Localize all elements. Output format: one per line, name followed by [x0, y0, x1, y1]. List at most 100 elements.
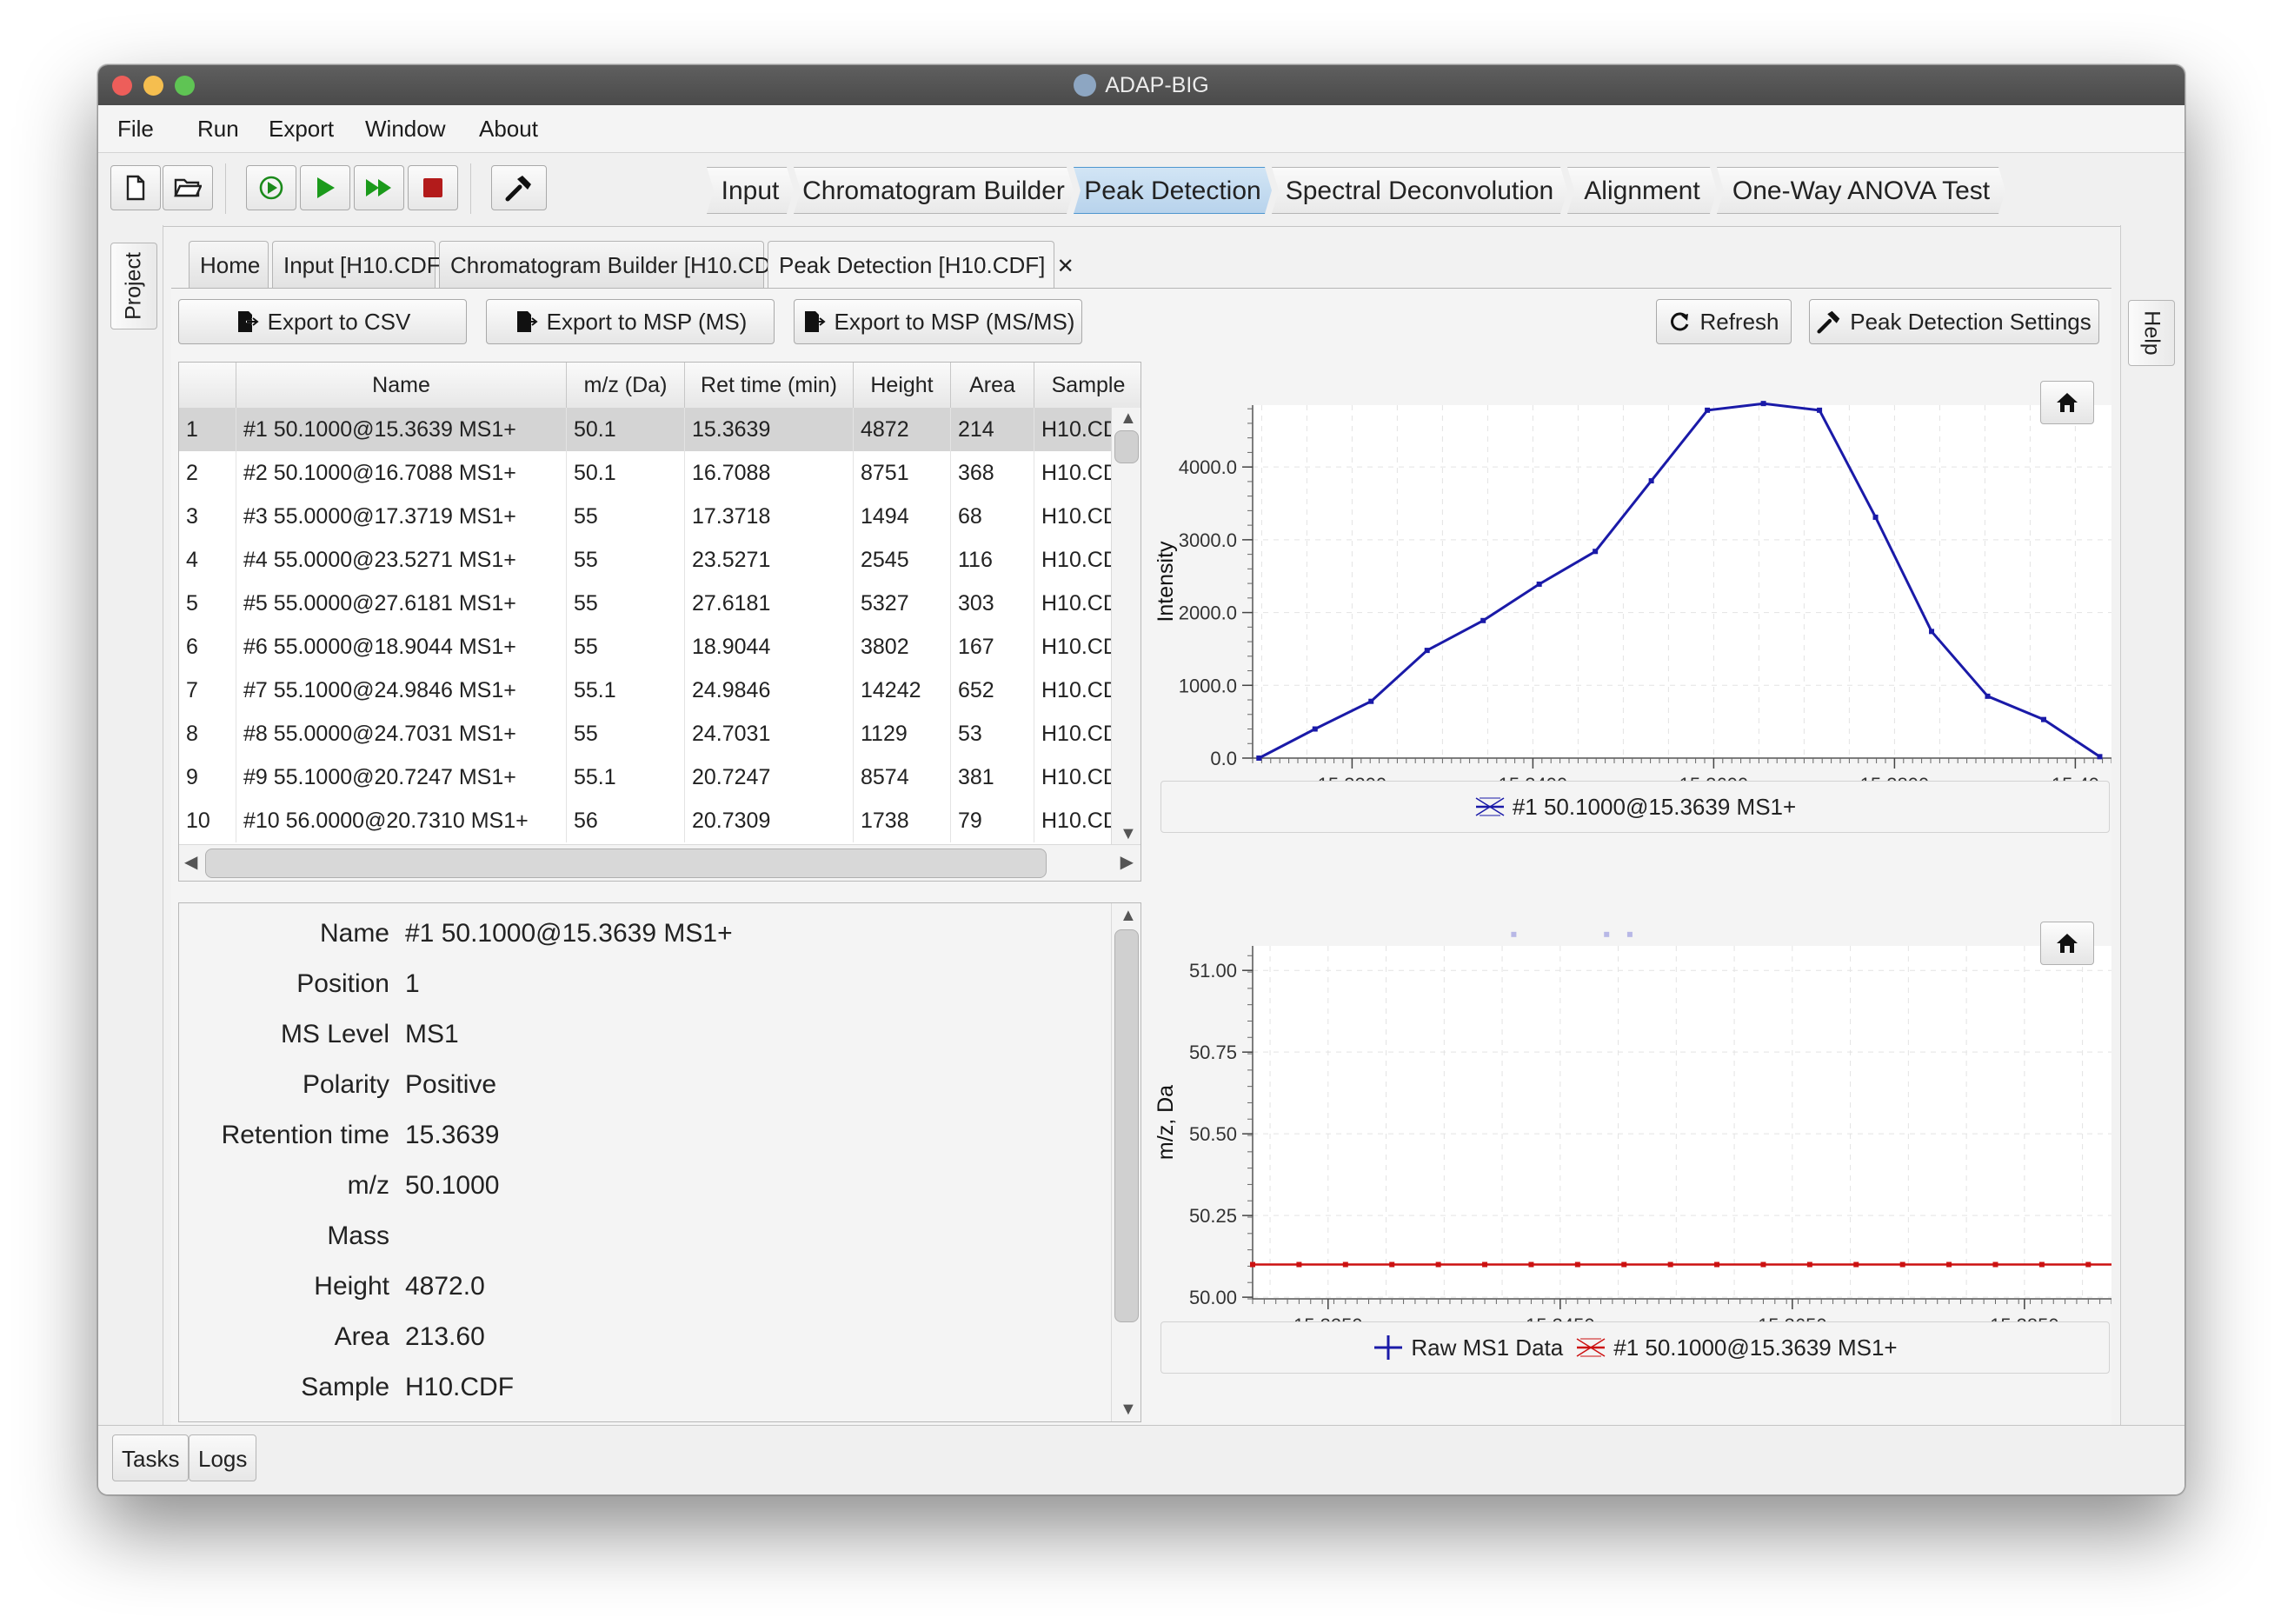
details-vertical-scrollbar[interactable]: ▲ ▼	[1111, 903, 1140, 1421]
detail-value: 15.3639	[405, 1121, 500, 1149]
table-row[interactable]: 5 #5 55.0000@27.6181 MS1+ 55 27.6181 5327 303…	[179, 582, 1140, 625]
menu-window[interactable]: Window	[365, 105, 445, 152]
data-point	[1389, 1261, 1395, 1268]
intensity-chart[interactable]: 15.320015.340015.360015.380015.400.01000…	[1152, 362, 2111, 835]
column-header-sample[interactable]: Sample	[1034, 363, 1140, 408]
chart-home-button[interactable]	[2040, 381, 2094, 424]
scroll-down-arrow-icon[interactable]: ▼	[1120, 1401, 1137, 1418]
table-horizontal-scroll-thumb[interactable]	[205, 849, 1047, 878]
table-row[interactable]: 10 #10 56.0000@20.7310 MS1+ 56 20.7309 1738 7…	[179, 799, 1140, 842]
table-row[interactable]: 2 #2 50.1000@16.7088 MS1+ 50.1 16.7088 8751 3…	[179, 451, 1140, 495]
scroll-up-arrow-icon[interactable]: ▲	[1120, 409, 1137, 427]
export-msp-msms-button[interactable]: Export to MSP (MS/MS)	[794, 299, 1082, 344]
data-point	[1648, 478, 1654, 484]
cell-ret-time: 16.7088	[685, 451, 854, 495]
table-row[interactable]: 3 #3 55.0000@17.3719 MS1+ 55 17.3718 1494 68 H…	[179, 495, 1140, 538]
stop-button[interactable]	[408, 165, 458, 210]
run-button[interactable]	[300, 165, 350, 210]
new-file-button[interactable]	[110, 165, 161, 210]
cell-name: #7 55.1000@24.9846 MS1+	[236, 669, 567, 712]
legend-item[interactable]: #1 50.1000@15.3639 MS1+	[1575, 1334, 1898, 1361]
table-row[interactable]: 9 #9 55.1000@20.7247 MS1+ 55.1 20.7247 8574 3…	[179, 755, 1140, 799]
project-side-tab[interactable]: Project	[110, 243, 157, 329]
scroll-up-arrow-icon[interactable]: ▲	[1120, 907, 1137, 924]
run-step-button[interactable]	[246, 165, 296, 210]
menu-about[interactable]: About	[479, 105, 538, 152]
home-icon	[2057, 393, 2078, 412]
y-tick-label: 2000.0	[1179, 602, 1237, 624]
column-header-mz[interactable]: m/z (Da)	[567, 363, 685, 408]
cell-ret-time: 24.9846	[685, 669, 854, 712]
peak-detection-settings-button[interactable]: Peak Detection Settings	[1809, 299, 2099, 344]
pipeline-step-spectral-deconvolution[interactable]: Spectral Deconvolution	[1272, 167, 1567, 214]
data-point	[1872, 514, 1879, 520]
cell-height: 1129	[854, 712, 951, 755]
column-header-height[interactable]: Height	[854, 363, 951, 408]
new-file-icon	[126, 175, 145, 201]
detail-row: Mass	[179, 1211, 1092, 1261]
column-header-area[interactable]: Area	[951, 363, 1034, 408]
y-axis-title: m/z, Da	[1154, 1085, 1178, 1160]
refresh-button[interactable]: Refresh	[1656, 299, 1792, 344]
cell-name: #8 55.0000@24.7031 MS1+	[236, 712, 567, 755]
export-msp-ms-button[interactable]: Export to MSP (MS)	[486, 299, 775, 344]
legend-item[interactable]: Raw MS1 Data	[1373, 1334, 1563, 1361]
data-point	[1296, 1261, 1302, 1268]
run-all-button[interactable]	[354, 165, 404, 210]
y-tick-label: 50.00	[1189, 1287, 1237, 1308]
tasks-tab[interactable]: Tasks	[112, 1434, 190, 1481]
plot-area	[1253, 405, 2111, 758]
left-sidebar: Project	[98, 225, 163, 1425]
pipeline-step-chromatogram-builder[interactable]: Chromatogram Builder	[794, 167, 1074, 214]
data-point	[2097, 754, 2103, 760]
column-header-index[interactable]	[179, 363, 236, 408]
details-vertical-scroll-thumb[interactable]	[1114, 929, 1139, 1322]
cell-index: 6	[179, 625, 236, 669]
data-point	[1760, 401, 1766, 407]
legend-item[interactable]: #1 50.1000@15.3639 MS1+	[1474, 793, 1796, 821]
open-folder-button[interactable]	[163, 165, 213, 210]
detail-value: H10.CDF	[405, 1373, 515, 1401]
data-point	[1250, 1261, 1255, 1268]
tab-peak-detection[interactable]: Peak Detection [H10.CDF] ✕	[768, 241, 1074, 290]
tab-input[interactable]: Input [H10.CDF]	[272, 241, 447, 288]
column-header-ret-time[interactable]: Ret time (min)	[685, 363, 854, 408]
table-vertical-scrollbar[interactable]: ▲ ▼	[1111, 408, 1140, 844]
data-point	[1621, 1261, 1627, 1268]
mz-chart[interactable]: 15.325015.345015.365015.385050.0050.2550…	[1152, 902, 2111, 1375]
column-header-name[interactable]: Name	[236, 363, 567, 408]
scroll-down-arrow-icon[interactable]: ▼	[1120, 825, 1137, 842]
cell-name: #1 50.1000@15.3639 MS1+	[236, 408, 567, 451]
pipeline-step-input[interactable]: Input	[707, 167, 794, 214]
table-vertical-scroll-thumb[interactable]	[1114, 430, 1139, 463]
detail-label: Polarity	[302, 1070, 389, 1099]
menu-export[interactable]: Export	[269, 105, 334, 152]
scroll-left-arrow-icon[interactable]: ◀	[184, 854, 197, 871]
logs-tab[interactable]: Logs	[189, 1434, 257, 1481]
settings-button[interactable]	[491, 165, 547, 210]
pipeline-step-peak-detection[interactable]: Peak Detection	[1074, 167, 1272, 214]
tab-home[interactable]: Home	[189, 241, 269, 288]
table-row[interactable]: 8 #8 55.0000@24.7031 MS1+ 55 24.7031 1129 53 H…	[179, 712, 1140, 755]
export-csv-button[interactable]: Export to CSV	[178, 299, 467, 344]
close-tab-icon[interactable]: ✕	[1057, 255, 1074, 278]
detail-label: Retention time	[221, 1121, 389, 1149]
table-horizontal-scrollbar[interactable]: ◀ ▶	[179, 844, 1140, 881]
cell-ret-time: 24.7031	[685, 712, 854, 755]
table-row[interactable]: 7 #7 55.1000@24.9846 MS1+ 55.1 24.9846 14242…	[179, 669, 1140, 712]
table-row[interactable]: 6 #6 55.0000@18.9044 MS1+ 55 18.9044 3802 167…	[179, 625, 1140, 669]
legend-label: Raw MS1 Data	[1411, 1334, 1564, 1361]
table-row[interactable]: 4 #4 55.0000@23.5271 MS1+ 55 23.5271 2545 116…	[179, 538, 1140, 582]
chart-home-button[interactable]	[2040, 922, 2094, 965]
pipeline-step-alignment[interactable]: Alignment	[1567, 167, 1717, 214]
table-row[interactable]: 1 #1 50.1000@15.3639 MS1+ 50.1 15.3639 4872 2…	[179, 408, 1140, 451]
help-side-tab[interactable]: Help	[2128, 300, 2175, 366]
scroll-right-arrow-icon[interactable]: ▶	[1121, 854, 1134, 871]
tab-chromatogram-builder[interactable]: Chromatogram Builder [H10.CDF]	[439, 241, 791, 288]
menu-file[interactable]: File	[117, 105, 154, 152]
cell-height: 1494	[854, 495, 951, 538]
menu-run[interactable]: Run	[197, 105, 239, 152]
cell-area: 368	[951, 451, 1034, 495]
cell-area: 68	[951, 495, 1034, 538]
pipeline-step-anova[interactable]: One-Way ANOVA Test	[1717, 167, 2005, 214]
